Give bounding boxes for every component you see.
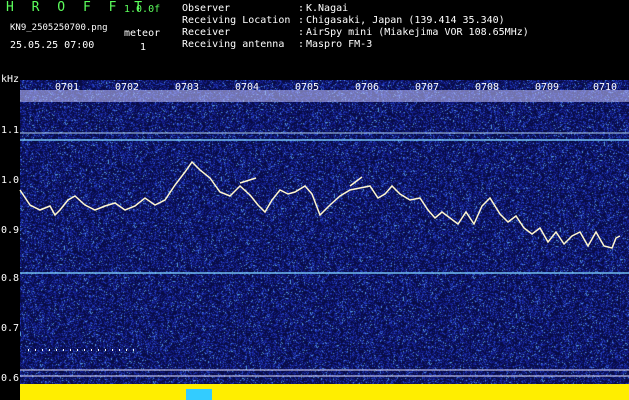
x-tick: 0705 <box>295 82 320 93</box>
x-tick: 0701 <box>55 82 80 93</box>
signal-meter <box>20 384 629 400</box>
meteor-echo <box>239 177 257 184</box>
x-tick: 0703 <box>175 82 200 93</box>
y-tick: 0.8 <box>1 273 20 284</box>
x-tick: 0708 <box>475 82 500 93</box>
y-tick: 0.9 <box>1 225 20 236</box>
y-tick: 0.6 <box>1 373 20 384</box>
x-tick: 0710 <box>593 82 618 93</box>
x-tick: 0702 <box>115 82 140 93</box>
x-tick: 0704 <box>235 82 260 93</box>
spectrogram-overlay <box>19 90 629 400</box>
y-tick: 0.7 <box>1 323 20 334</box>
signal-meter-highlight <box>186 389 212 400</box>
x-tick: 0706 <box>355 82 380 93</box>
y-tick: 1.0 <box>1 175 20 186</box>
meteor-echo <box>349 176 363 187</box>
x-tick: 0709 <box>535 82 560 93</box>
y-tick: 1.1 <box>1 125 20 136</box>
x-tick: 0707 <box>415 82 440 93</box>
